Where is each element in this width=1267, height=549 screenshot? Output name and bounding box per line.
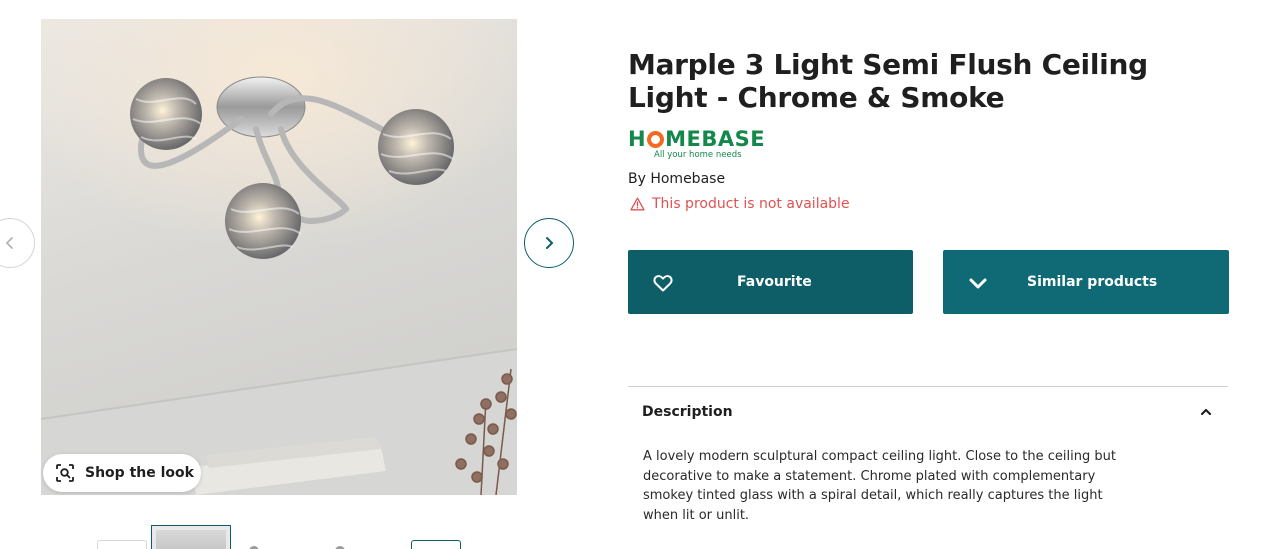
- availability-text: This product is not available: [652, 196, 850, 212]
- favourite-button[interactable]: Favourite: [628, 250, 913, 314]
- product-image[interactable]: [41, 19, 517, 495]
- similar-products-button[interactable]: Similar products: [943, 250, 1229, 314]
- chevron-up-icon: [1200, 408, 1212, 416]
- logo-wordmark: H MEBASE: [628, 128, 770, 150]
- availability-notice: This product is not available: [630, 196, 850, 212]
- thumbnail-image: [156, 530, 226, 549]
- shop-the-look-button[interactable]: Shop the look: [43, 454, 201, 492]
- thumbnail-4[interactable]: [329, 544, 369, 549]
- description-text: A lovely modern sculptural compact ceili…: [643, 449, 1116, 523]
- section-divider: [628, 386, 1228, 387]
- logo-letters-end: MEBASE: [665, 127, 766, 151]
- logo-letters-start: H: [628, 127, 647, 151]
- shop-the-look-label: Shop the look: [85, 465, 194, 481]
- chevron-down-icon: [969, 278, 987, 289]
- description-heading: Description: [642, 404, 733, 420]
- previous-image-button[interactable]: [0, 218, 35, 268]
- thumbnail-1[interactable]: [97, 540, 147, 549]
- homebase-logo[interactable]: H MEBASE All your home needs: [628, 128, 770, 160]
- description-accordion-header[interactable]: Description: [628, 392, 1228, 432]
- thumbnail-3[interactable]: [245, 544, 285, 549]
- next-image-button[interactable]: [524, 218, 574, 268]
- similar-products-label: Similar products: [1027, 274, 1158, 290]
- product-title: Marple 3 Light Semi Flush Ceiling Light …: [628, 48, 1148, 114]
- favourite-label: Favourite: [737, 274, 812, 290]
- product-photo: [41, 19, 517, 495]
- warning-icon: [630, 197, 645, 211]
- chevron-right-icon: [546, 237, 554, 249]
- scan-search-icon: [56, 464, 74, 482]
- brand-by-line[interactable]: By Homebase: [628, 171, 725, 187]
- thumbnail-strip: [97, 525, 467, 549]
- logo-tagline: All your home needs: [654, 150, 742, 160]
- thumbnail-2-selected[interactable]: [151, 525, 231, 549]
- chevron-left-icon: [5, 237, 13, 249]
- logo-o-ring: [647, 130, 665, 148]
- heart-icon: [653, 275, 673, 292]
- thumbnail-5[interactable]: [411, 540, 461, 549]
